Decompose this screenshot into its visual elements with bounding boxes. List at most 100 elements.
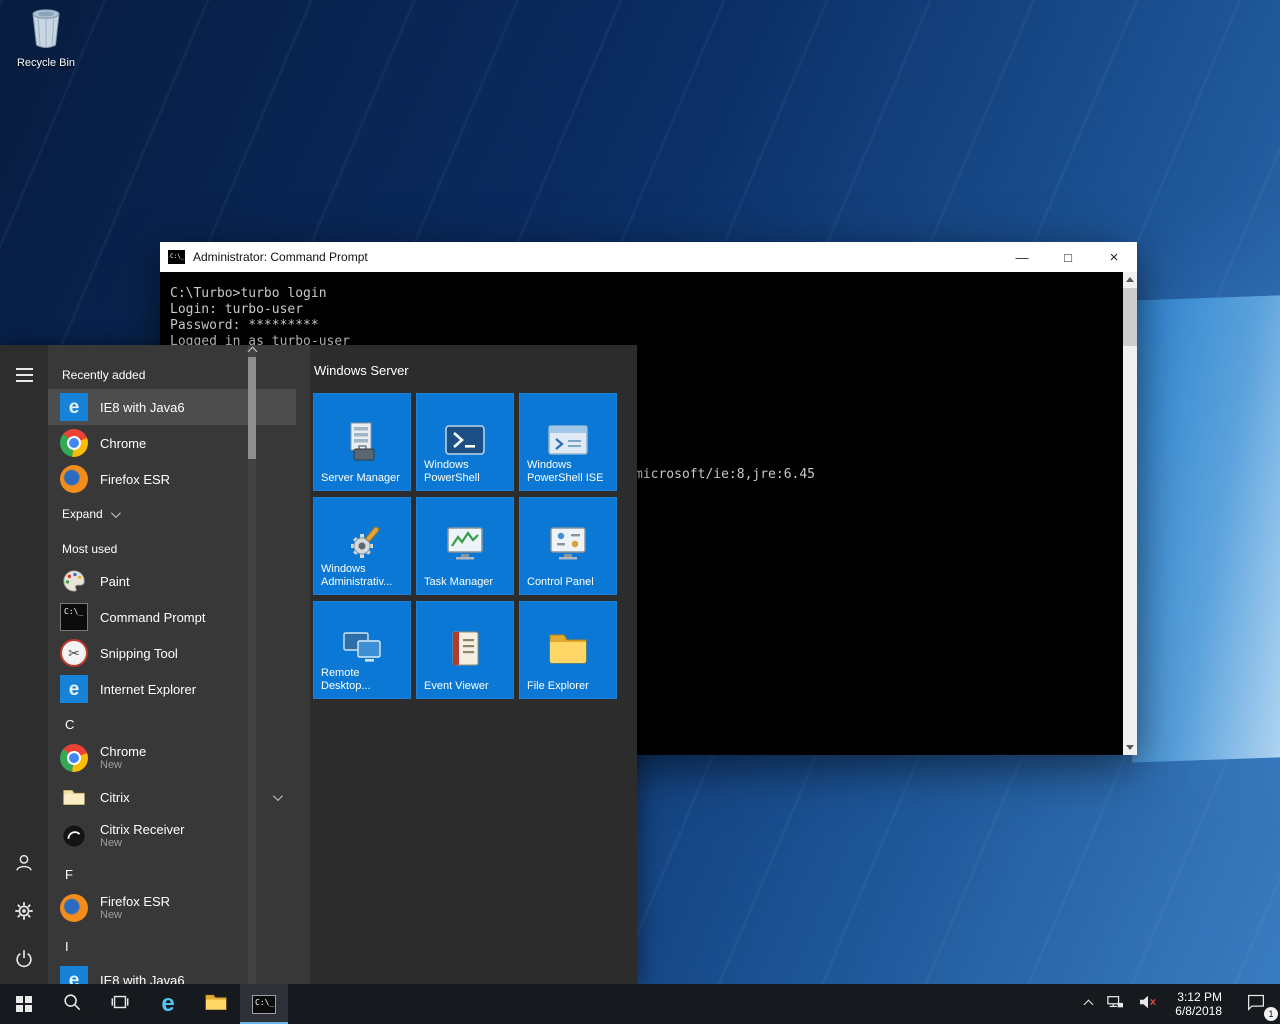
app-item-ie8-with-java6-bottom[interactable]: e IE8 with Java6 bbox=[48, 959, 296, 984]
recently-added-header: Recently added bbox=[48, 365, 296, 385]
tile-label: File Explorer bbox=[527, 680, 613, 693]
section-letter-f[interactable]: F bbox=[48, 861, 296, 887]
folder-icon bbox=[60, 783, 88, 811]
cmd-line: C:\Turbo>turbo login bbox=[170, 286, 1127, 302]
action-center-button[interactable]: 1 bbox=[1232, 984, 1280, 1024]
event-viewer-icon bbox=[445, 628, 485, 675]
citrix-receiver-icon bbox=[60, 822, 88, 850]
cmd-line: Login: turbo-user bbox=[170, 302, 1127, 318]
tile-file-explorer[interactable]: File Explorer bbox=[519, 601, 617, 699]
taskbar-internet-explorer[interactable]: e bbox=[144, 984, 192, 1024]
app-item-new-badge: New bbox=[100, 837, 185, 850]
wallpaper-window-pane bbox=[1132, 295, 1280, 762]
chrome-icon bbox=[60, 429, 88, 457]
cmd-partial-output: microsoft/ie:8,jre:6.45 bbox=[635, 467, 815, 483]
most-used-header: Most used bbox=[48, 539, 296, 559]
cmd-output: C:\Turbo>turbo login Login: turbo-user P… bbox=[160, 272, 1137, 350]
menu-button[interactable] bbox=[0, 355, 48, 395]
app-item-firefox-esr-new[interactable]: Firefox ESR New bbox=[48, 887, 296, 929]
tile-group-label: Windows Server bbox=[314, 363, 409, 378]
tray-volume[interactable] bbox=[1131, 984, 1165, 1024]
cmd-window-controls: — □ × bbox=[999, 242, 1137, 272]
settings-button[interactable] bbox=[0, 893, 48, 933]
section-letter-c[interactable]: C bbox=[48, 711, 296, 737]
tile-windows-powershell-ise[interactable]: Windows PowerShell ISE bbox=[519, 393, 617, 491]
app-item-snipping-tool[interactable]: ✂ Snipping Tool bbox=[48, 635, 296, 671]
section-letter-i[interactable]: I bbox=[48, 933, 296, 959]
chevron-down-icon bbox=[111, 508, 121, 518]
tile-windows-powershell[interactable]: Windows PowerShell bbox=[416, 393, 514, 491]
maximize-button[interactable]: □ bbox=[1045, 242, 1091, 272]
tile-control-panel[interactable]: Control Panel bbox=[519, 497, 617, 595]
cmd-window-title: Administrator: Command Prompt bbox=[193, 250, 368, 264]
taskbar-file-explorer[interactable] bbox=[192, 984, 240, 1024]
tray-show-hidden-icons[interactable] bbox=[1078, 984, 1099, 1024]
app-item-chrome[interactable]: Chrome bbox=[48, 425, 296, 461]
tray-network[interactable] bbox=[1099, 984, 1131, 1024]
app-item-ie8-with-java6[interactable]: e IE8 with Java6 bbox=[48, 389, 296, 425]
app-item-label: Chrome bbox=[100, 436, 146, 451]
app-item-label: Firefox ESR bbox=[100, 472, 170, 487]
app-item-firefox-esr[interactable]: Firefox ESR bbox=[48, 461, 296, 497]
app-item-chrome-new[interactable]: Chrome New bbox=[48, 737, 296, 779]
taskbar-command-prompt[interactable]: C:\_ bbox=[240, 984, 288, 1024]
app-item-paint[interactable]: Paint bbox=[48, 563, 296, 599]
recycle-bin[interactable]: Recycle Bin bbox=[6, 6, 86, 69]
task-view-icon bbox=[110, 992, 130, 1017]
desktop: { "desktop": { "recycle_bin_label": "Rec… bbox=[0, 0, 1280, 1024]
tile-event-viewer[interactable]: Event Viewer bbox=[416, 601, 514, 699]
expand-toggle[interactable]: Expand bbox=[48, 497, 296, 531]
cmd-scrollbar[interactable] bbox=[1123, 272, 1137, 755]
tile-label: Event Viewer bbox=[424, 680, 510, 693]
app-item-citrix-receiver[interactable]: Citrix Receiver New bbox=[48, 815, 296, 857]
clock-date: 6/8/2018 bbox=[1175, 1004, 1222, 1018]
task-view-button[interactable] bbox=[96, 984, 144, 1024]
power-button[interactable] bbox=[0, 941, 48, 981]
command-prompt-icon: C:\_ bbox=[60, 603, 88, 631]
start-menu: Recently added e IE8 with Java6 Chrome F… bbox=[0, 345, 637, 984]
close-button[interactable]: × bbox=[1091, 242, 1137, 272]
tile-server-manager[interactable]: Server Manager bbox=[313, 393, 411, 491]
app-item-citrix[interactable]: Citrix bbox=[48, 779, 296, 815]
gear-icon bbox=[13, 900, 35, 927]
recycle-bin-icon bbox=[26, 37, 66, 54]
app-item-label: Paint bbox=[100, 574, 130, 589]
chrome-icon bbox=[60, 744, 88, 772]
tile-label: Server Manager bbox=[321, 472, 407, 485]
paint-icon bbox=[60, 567, 88, 595]
cmd-line: Password: ********* bbox=[170, 318, 1127, 334]
tile-remote-desktop[interactable]: Remote Desktop... bbox=[313, 601, 411, 699]
file-explorer-icon bbox=[204, 992, 228, 1017]
taskbar-clock[interactable]: 3:12 PM 6/8/2018 bbox=[1165, 990, 1232, 1018]
tile-label: Control Panel bbox=[527, 576, 613, 589]
volume-muted-icon bbox=[1138, 994, 1158, 1015]
app-item-label: Internet Explorer bbox=[100, 682, 196, 697]
control-panel-icon bbox=[546, 524, 590, 569]
ie-icon: e bbox=[60, 675, 88, 703]
search-icon bbox=[62, 992, 82, 1017]
scroll-up-arrow[interactable] bbox=[1123, 272, 1137, 287]
start-menu-tiles-panel: Windows Server Server Manager bbox=[310, 345, 637, 984]
app-item-internet-explorer[interactable]: e Internet Explorer bbox=[48, 671, 296, 707]
power-icon bbox=[13, 948, 35, 975]
network-icon bbox=[1106, 994, 1124, 1015]
chevron-down-icon bbox=[273, 791, 283, 801]
scroll-down-arrow[interactable] bbox=[1123, 740, 1137, 755]
start-button[interactable] bbox=[0, 984, 48, 1024]
app-item-command-prompt[interactable]: C:\_ Command Prompt bbox=[48, 599, 296, 635]
chevron-up-icon bbox=[1084, 999, 1094, 1009]
tile-task-manager[interactable]: Task Manager bbox=[416, 497, 514, 595]
scrollbar-thumb[interactable] bbox=[1123, 288, 1137, 346]
cmd-titlebar[interactable]: C:\_ Administrator: Command Prompt — □ × bbox=[160, 242, 1137, 272]
tile-windows-administrative-tools[interactable]: Windows Administrativ... bbox=[313, 497, 411, 595]
user-account-button[interactable] bbox=[0, 845, 48, 885]
command-prompt-icon: C:\_ bbox=[252, 995, 276, 1014]
minimize-button[interactable]: — bbox=[999, 242, 1045, 272]
app-list-scrollbar[interactable] bbox=[248, 345, 256, 984]
app-item-label: Citrix Receiver bbox=[100, 822, 185, 837]
search-button[interactable] bbox=[48, 984, 96, 1024]
user-icon bbox=[13, 852, 35, 879]
tile-label: Windows PowerShell bbox=[424, 459, 510, 485]
notification-icon bbox=[1246, 993, 1266, 1016]
scrollbar-thumb[interactable] bbox=[248, 357, 256, 459]
